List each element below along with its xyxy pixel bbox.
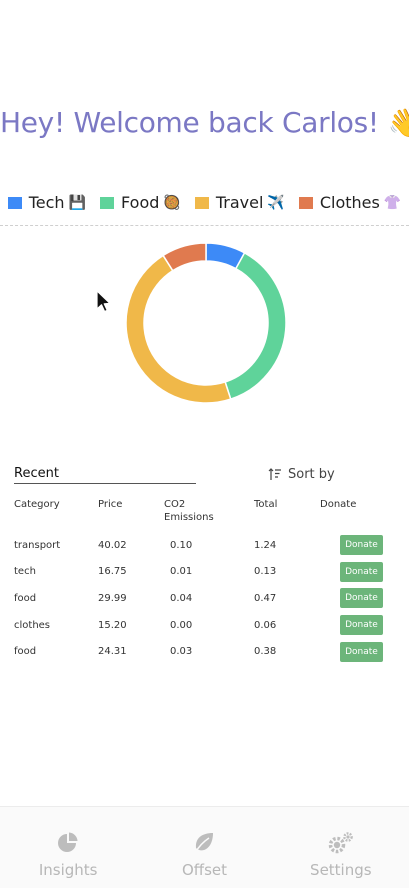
table-header-row: Category Price CO2 Emissions Total Donat… (14, 498, 402, 532)
donate-button[interactable]: Donate (340, 615, 383, 636)
row-co2: 0.01 (170, 566, 193, 578)
row-price: 40.02 (98, 539, 127, 551)
tab-insights-label: Insights (38, 860, 98, 879)
row-co2: 0.04 (170, 592, 193, 604)
sort-by-label: Sort by (288, 467, 335, 482)
tab-settings[interactable]: Settings (286, 817, 396, 879)
legend-item-food[interactable]: Food 🥘 (100, 193, 181, 212)
donate-button[interactable]: Donate (340, 641, 383, 662)
table-row: tech 16.75 0.01 0.13 Donate (14, 559, 402, 586)
row-total: 0.13 (254, 566, 277, 578)
sort-by-button[interactable]: Sort by (268, 467, 335, 482)
donut-slice-travel[interactable] (125, 254, 232, 404)
column-header-total: Total (254, 499, 278, 510)
donut-slice-clothes[interactable] (162, 242, 207, 272)
recent-title: Recent (14, 466, 59, 481)
legend-swatch-food (100, 196, 115, 209)
airplane-icon: ✈️ (267, 194, 285, 211)
blouse-icon: 👚 (383, 194, 402, 211)
donate-button[interactable]: Donate (340, 535, 383, 556)
column-header-category: Category (14, 499, 60, 510)
recent-underline (14, 483, 196, 484)
legend-label-food: Food (121, 193, 160, 212)
mouse-cursor-icon (96, 290, 111, 313)
sort-icon (268, 468, 281, 480)
chart-legend: Tech 💾 Food 🥘 Travel ✈️ Clothes 👚 (0, 193, 409, 212)
table-row: transport 40.02 0.10 1.24 Donate (14, 532, 402, 559)
bottom-tab-bar: Insights Offset Settings (0, 806, 409, 888)
legend-item-tech[interactable]: Tech 💾 (7, 193, 87, 212)
transactions-table: Category Price CO2 Emissions Total Donat… (14, 498, 402, 665)
table-row: food 29.99 0.04 0.47 Donate (14, 585, 402, 612)
tab-offset[interactable]: Offset (149, 817, 259, 879)
row-co2: 0.10 (170, 539, 193, 551)
legend-label-tech: Tech (28, 193, 65, 212)
row-category: tech (14, 566, 36, 578)
row-total: 0.06 (254, 619, 277, 631)
row-category: food (14, 592, 37, 604)
donate-button[interactable]: Donate (340, 588, 383, 609)
column-header-price: Price (98, 499, 123, 510)
leaf-icon (194, 832, 214, 853)
row-co2: 0.00 (170, 619, 193, 631)
legend-swatch-tech (7, 196, 22, 209)
row-co2: 0.03 (170, 646, 193, 658)
tab-offset-label: Offset (181, 860, 228, 879)
legend-item-clothes[interactable]: Clothes 👚 (298, 193, 402, 212)
tab-settings-label: Settings (310, 860, 372, 879)
gears-icon (328, 831, 353, 853)
welcome-heading: Hey! Welcome back Carlos! 👋 (0, 106, 409, 139)
row-price: 16.75 (98, 566, 127, 578)
food-pan-icon: 🥘 (163, 194, 181, 211)
table-row: food 24.31 0.03 0.38 Donate (14, 638, 402, 665)
row-category: food (14, 646, 37, 658)
column-header-donate: Donate (320, 499, 357, 510)
row-category: clothes (14, 619, 51, 631)
row-price: 15.20 (98, 619, 127, 631)
legend-label-clothes: Clothes (319, 193, 380, 212)
pie-chart-icon (58, 832, 78, 852)
tab-insights[interactable]: Insights (13, 817, 123, 879)
donate-button[interactable]: Donate (340, 561, 383, 582)
row-category: transport (14, 539, 61, 551)
category-donut-chart[interactable] (121, 238, 291, 408)
row-total: 0.47 (254, 592, 277, 604)
row-price: 29.99 (98, 592, 127, 604)
column-header-co2: CO2 Emissions (164, 499, 214, 523)
donut-slice-food[interactable] (224, 251, 287, 401)
row-total: 0.38 (254, 646, 277, 658)
table-row: clothes 15.20 0.00 0.06 Donate (14, 612, 402, 639)
legend-label-travel: Travel (215, 193, 264, 212)
legend-swatch-travel (194, 196, 209, 209)
legend-item-travel[interactable]: Travel ✈️ (194, 193, 285, 212)
legend-swatch-clothes (298, 196, 313, 209)
row-price: 24.31 (98, 646, 127, 658)
row-total: 1.24 (254, 539, 277, 551)
legend-divider (0, 225, 409, 226)
floppy-disk-icon: 💾 (68, 194, 87, 211)
